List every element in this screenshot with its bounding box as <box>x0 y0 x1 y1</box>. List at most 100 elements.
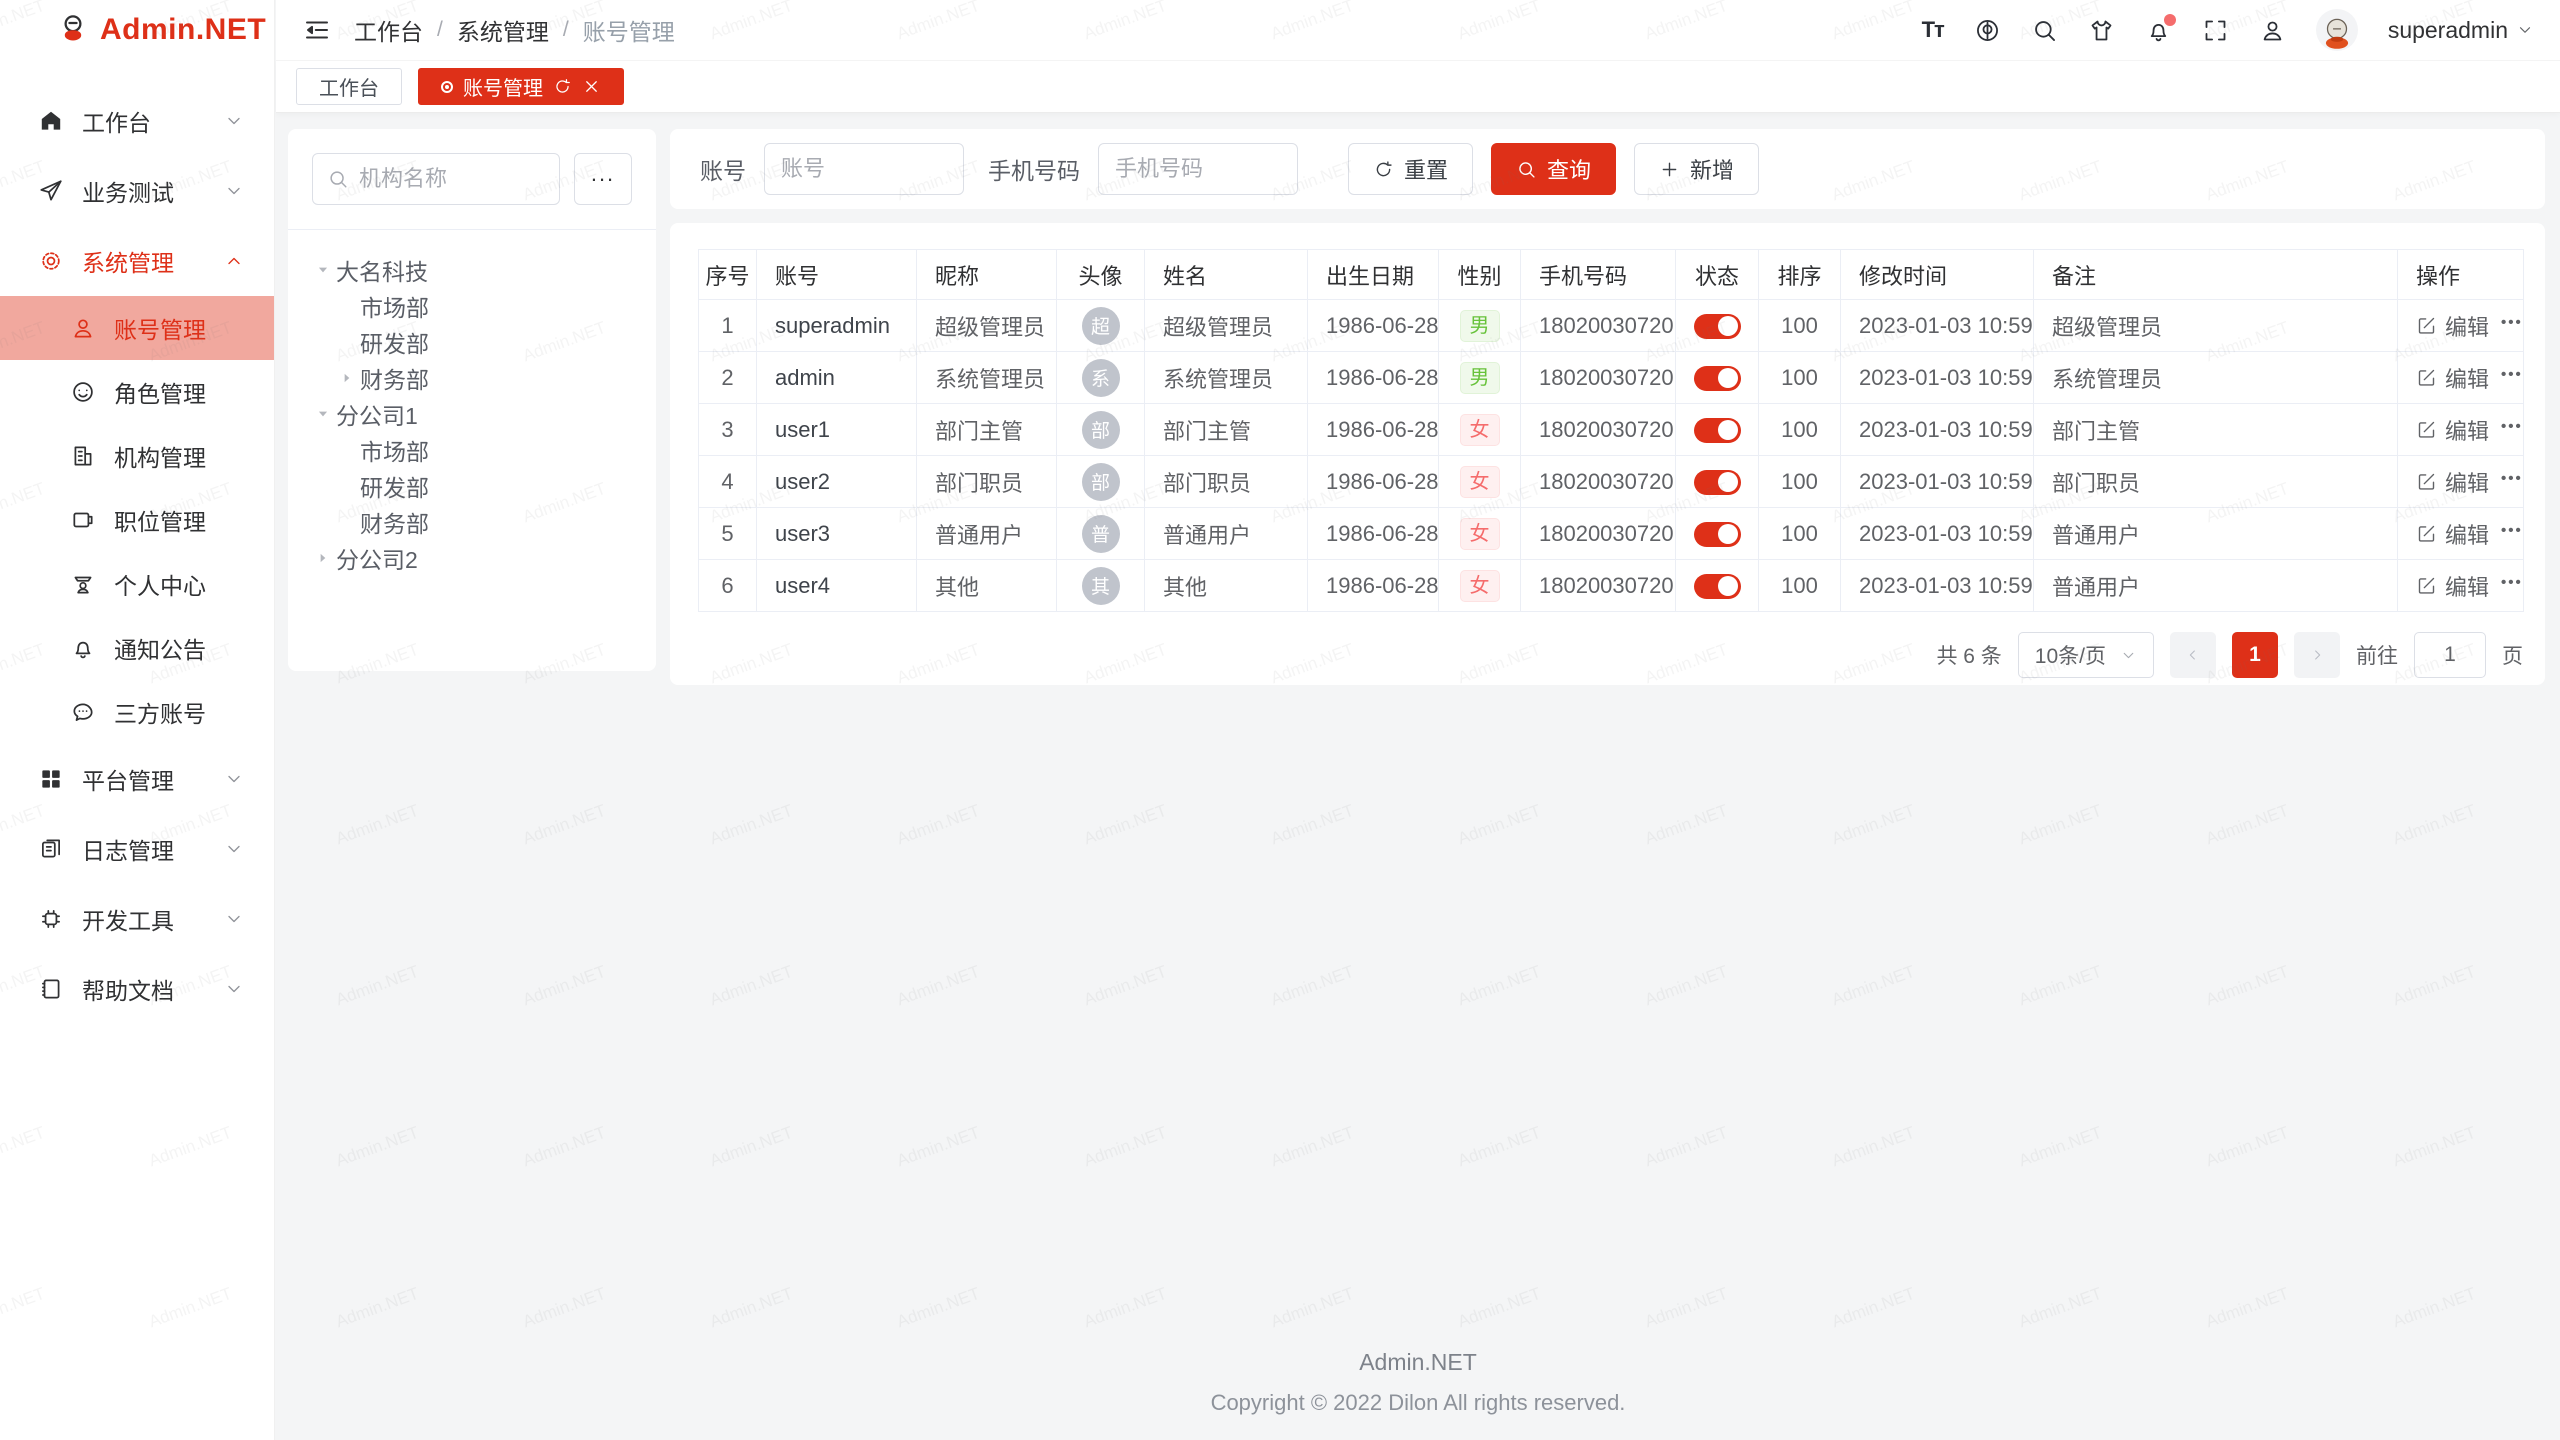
add-button[interactable]: 新增 <box>1634 143 1759 195</box>
sidebar-item-role-management[interactable]: 角色管理 <box>0 360 274 424</box>
cell-remark: 系统管理员 <box>2034 352 2398 404</box>
tree-node[interactable]: 财务部 <box>310 504 646 540</box>
search-icon[interactable] <box>2031 17 2058 44</box>
person-badge-icon <box>70 571 96 597</box>
cell-remark: 部门职员 <box>2034 456 2398 508</box>
tree-node[interactable]: 市场部 <box>310 288 646 324</box>
goto-page-input[interactable] <box>2414 632 2486 678</box>
edit-button[interactable]: 编辑 <box>2416 570 2489 602</box>
sidebar-item-help-docs[interactable]: 帮助文档 <box>0 954 274 1024</box>
caret-collapsed-icon[interactable] <box>334 365 360 391</box>
avatar[interactable] <box>2316 9 2358 51</box>
query-button[interactable]: 查询 <box>1491 143 1616 195</box>
fullscreen-icon[interactable] <box>2202 17 2229 44</box>
more-actions-button[interactable]: ••• <box>2501 522 2523 545</box>
more-actions-button[interactable]: ••• <box>2501 418 2523 441</box>
sidebar-item-third-party-account[interactable]: 三方账号 <box>0 680 274 744</box>
chevron-down-icon <box>2120 647 2137 664</box>
sidebar-item-notice[interactable]: 通知公告 <box>0 616 274 680</box>
tab-refresh-icon[interactable] <box>553 77 572 96</box>
next-page-button[interactable] <box>2294 632 2340 678</box>
column-header: 账号 <box>757 250 917 300</box>
tree-node[interactable]: 研发部 <box>310 324 646 360</box>
tree-node[interactable]: 大名科技 <box>310 252 646 288</box>
menu-fold-icon[interactable] <box>302 15 332 45</box>
column-header: 操作 <box>2398 250 2524 300</box>
account-table: 序号 账号 昵称 头像 姓名 出生日期 性别 手机号码 状态 排序 修改时间 备… <box>698 249 2524 612</box>
more-actions-button[interactable]: ••• <box>2501 314 2523 337</box>
sidebar-item-account-management[interactable]: 账号管理 <box>0 296 274 360</box>
language-icon[interactable] <box>1974 17 2001 44</box>
edit-button[interactable]: 编辑 <box>2416 310 2489 342</box>
sidebar-menu: 工作台 业务测试 系统管理 账号管理 角色管理 机构管理 <box>0 60 274 1024</box>
status-toggle[interactable] <box>1694 418 1741 443</box>
phone-filter-input[interactable] <box>1098 143 1298 195</box>
tab-account-management[interactable]: 账号管理 <box>418 68 624 105</box>
sidebar-item-personal-center[interactable]: 个人中心 <box>0 552 274 616</box>
sidebar-item-org-management[interactable]: 机构管理 <box>0 424 274 488</box>
tree-node[interactable]: 分公司2 <box>310 540 646 576</box>
account-filter-input[interactable] <box>764 143 964 195</box>
column-header: 序号 <box>699 250 757 300</box>
more-actions-button[interactable]: ••• <box>2501 366 2523 389</box>
profile-icon[interactable] <box>2259 17 2286 44</box>
more-actions-button[interactable]: ••• <box>2501 574 2523 597</box>
brand-name: Admin.NET <box>100 13 266 47</box>
status-toggle[interactable] <box>1694 470 1741 495</box>
sidebar-item-system-management[interactable]: 系统管理 <box>0 226 274 296</box>
caret-collapsed-icon[interactable] <box>310 545 336 571</box>
tree-node[interactable]: 财务部 <box>310 360 646 396</box>
active-tab-dot-icon <box>441 81 453 93</box>
footer: Admin.NET Copyright © 2022 Dilon All rig… <box>276 1349 2560 1416</box>
brand[interactable]: Admin.NET <box>0 0 274 60</box>
sidebar-item-dev-tools[interactable]: 开发工具 <box>0 884 274 954</box>
avatar: 超 <box>1082 307 1120 345</box>
breadcrumb-item[interactable]: 工作台 <box>354 13 423 47</box>
org-more-button[interactable]: ... <box>574 153 632 205</box>
font-size-icon[interactable]: Tт <box>1922 17 1944 44</box>
cell-order: 100 <box>1759 456 1841 508</box>
breadcrumb-item[interactable]: 系统管理 <box>457 13 549 47</box>
caret-expanded-icon[interactable] <box>310 257 336 283</box>
cell-phone: 18020030720 <box>1521 300 1676 352</box>
edit-button[interactable]: 编辑 <box>2416 414 2489 446</box>
sidebar-item-label: 平台管理 <box>82 762 224 796</box>
tree-node[interactable]: 分公司1 <box>310 396 646 432</box>
brand-logo-icon <box>56 11 90 50</box>
theme-icon[interactable] <box>2088 17 2115 44</box>
status-toggle[interactable] <box>1694 314 1741 339</box>
tree-node[interactable]: 市场部 <box>310 432 646 468</box>
status-toggle[interactable] <box>1694 522 1741 547</box>
sidebar-item-workbench[interactable]: 工作台 <box>0 86 274 156</box>
org-search-input[interactable] <box>359 166 545 192</box>
page-size-select[interactable]: 10条/页 <box>2018 632 2154 678</box>
page-unit-label: 页 <box>2502 640 2523 670</box>
edit-button[interactable]: 编辑 <box>2416 362 2489 394</box>
org-tree: 大名科技 市场部 研发部 财务部 分公司1 市场部 <box>288 230 656 576</box>
user-menu[interactable]: superadmin <box>2388 17 2534 44</box>
sidebar-item-platform-management[interactable]: 平台管理 <box>0 744 274 814</box>
footer-copyright: Copyright © 2022 Dilon All rights reserv… <box>276 1390 2560 1416</box>
cell-name: 其他 <box>1145 560 1308 612</box>
reset-button[interactable]: 重置 <box>1348 143 1473 195</box>
tab-close-icon[interactable] <box>582 77 601 96</box>
edit-button[interactable]: 编辑 <box>2416 466 2489 498</box>
sidebar-item-position-management[interactable]: 职位管理 <box>0 488 274 552</box>
current-page-button[interactable]: 1 <box>2232 632 2278 678</box>
cell-modified: 2023-01-03 10:59:44 <box>1841 300 2034 352</box>
avatar: 普 <box>1082 515 1120 553</box>
tab-workbench[interactable]: 工作台 <box>296 68 402 105</box>
status-toggle[interactable] <box>1694 574 1741 599</box>
tree-node[interactable]: 研发部 <box>310 468 646 504</box>
edit-button[interactable]: 编辑 <box>2416 518 2489 550</box>
caret-expanded-icon[interactable] <box>310 401 336 427</box>
more-actions-button[interactable]: ••• <box>2501 470 2523 493</box>
cell-account: admin <box>757 352 917 404</box>
prev-page-button[interactable] <box>2170 632 2216 678</box>
sidebar-item-log-management[interactable]: 日志管理 <box>0 814 274 884</box>
status-toggle[interactable] <box>1694 366 1741 391</box>
cell-actions: 编辑 ••• <box>2398 456 2524 508</box>
edit-button-label: 编辑 <box>2445 310 2489 342</box>
sidebar-item-business-test[interactable]: 业务测试 <box>0 156 274 226</box>
notification-bell-icon[interactable] <box>2145 17 2172 44</box>
